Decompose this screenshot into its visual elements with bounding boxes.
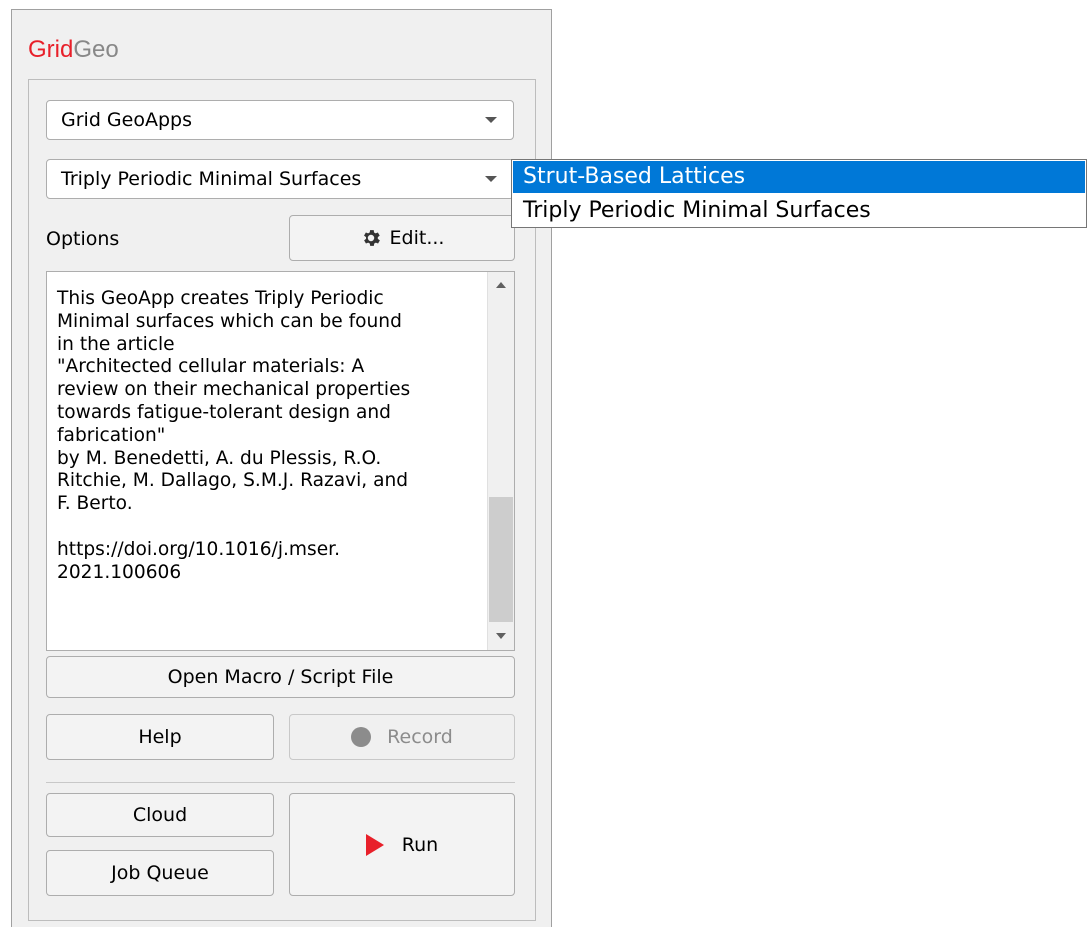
geoapps-combo-value: Grid GeoApps [61, 109, 192, 131]
dropdown-item-triply-periodic-minimal-surfaces[interactable]: Triply Periodic Minimal Surfaces [513, 195, 1085, 227]
play-icon [365, 833, 384, 856]
edit-button-label: Edit... [389, 227, 445, 249]
scroll-thumb[interactable] [489, 497, 513, 622]
edit-options-button[interactable]: Edit... [289, 215, 515, 261]
geoapp-select-value: Triply Periodic Minimal Surfaces [61, 168, 362, 190]
geoapps-combo[interactable]: Grid GeoApps [46, 100, 514, 140]
open-macro-label: Open Macro / Script File [167, 666, 394, 688]
record-dot-icon [351, 727, 372, 747]
open-macro-button[interactable]: Open Macro / Script File [46, 656, 515, 698]
geoapp-select-combo[interactable]: Triply Periodic Minimal Surfaces [46, 159, 514, 199]
dropdown-item-strut-based-lattices[interactable]: Strut-Based Lattices [513, 161, 1085, 193]
chevron-down-icon [485, 176, 497, 182]
scroll-down-icon[interactable] [496, 633, 506, 639]
record-button[interactable]: Record [289, 714, 515, 760]
description-text: This GeoApp creates Triply Periodic Mini… [57, 288, 411, 583]
geoapp-dropdown-list: Strut-Based Lattices Triply Periodic Min… [511, 159, 1087, 228]
scroll-up-icon[interactable] [496, 282, 506, 288]
description-textbox[interactable]: This GeoApp creates Triply Periodic Mini… [46, 271, 515, 651]
gear-icon [363, 230, 380, 246]
brand-title: GridGeo [28, 36, 119, 64]
cloud-button[interactable]: Cloud [46, 793, 274, 837]
chevron-down-icon [485, 117, 497, 123]
brand-geo: Geo [73, 36, 119, 63]
record-label: Record [387, 726, 453, 748]
run-button[interactable]: Run [289, 793, 515, 896]
help-button[interactable]: Help [46, 714, 274, 760]
options-label: Options [46, 228, 120, 250]
help-label: Help [138, 726, 182, 748]
cloud-label: Cloud [132, 804, 188, 826]
run-label: Run [401, 833, 439, 856]
job-queue-label: Job Queue [111, 862, 209, 884]
brand-grid: Grid [28, 36, 74, 63]
description-scrollbar[interactable] [487, 272, 514, 650]
gridgeo-panel: GridGeo Grid GeoApps Triply Periodic Min… [11, 9, 552, 927]
divider [46, 782, 515, 783]
job-queue-button[interactable]: Job Queue [46, 850, 274, 896]
